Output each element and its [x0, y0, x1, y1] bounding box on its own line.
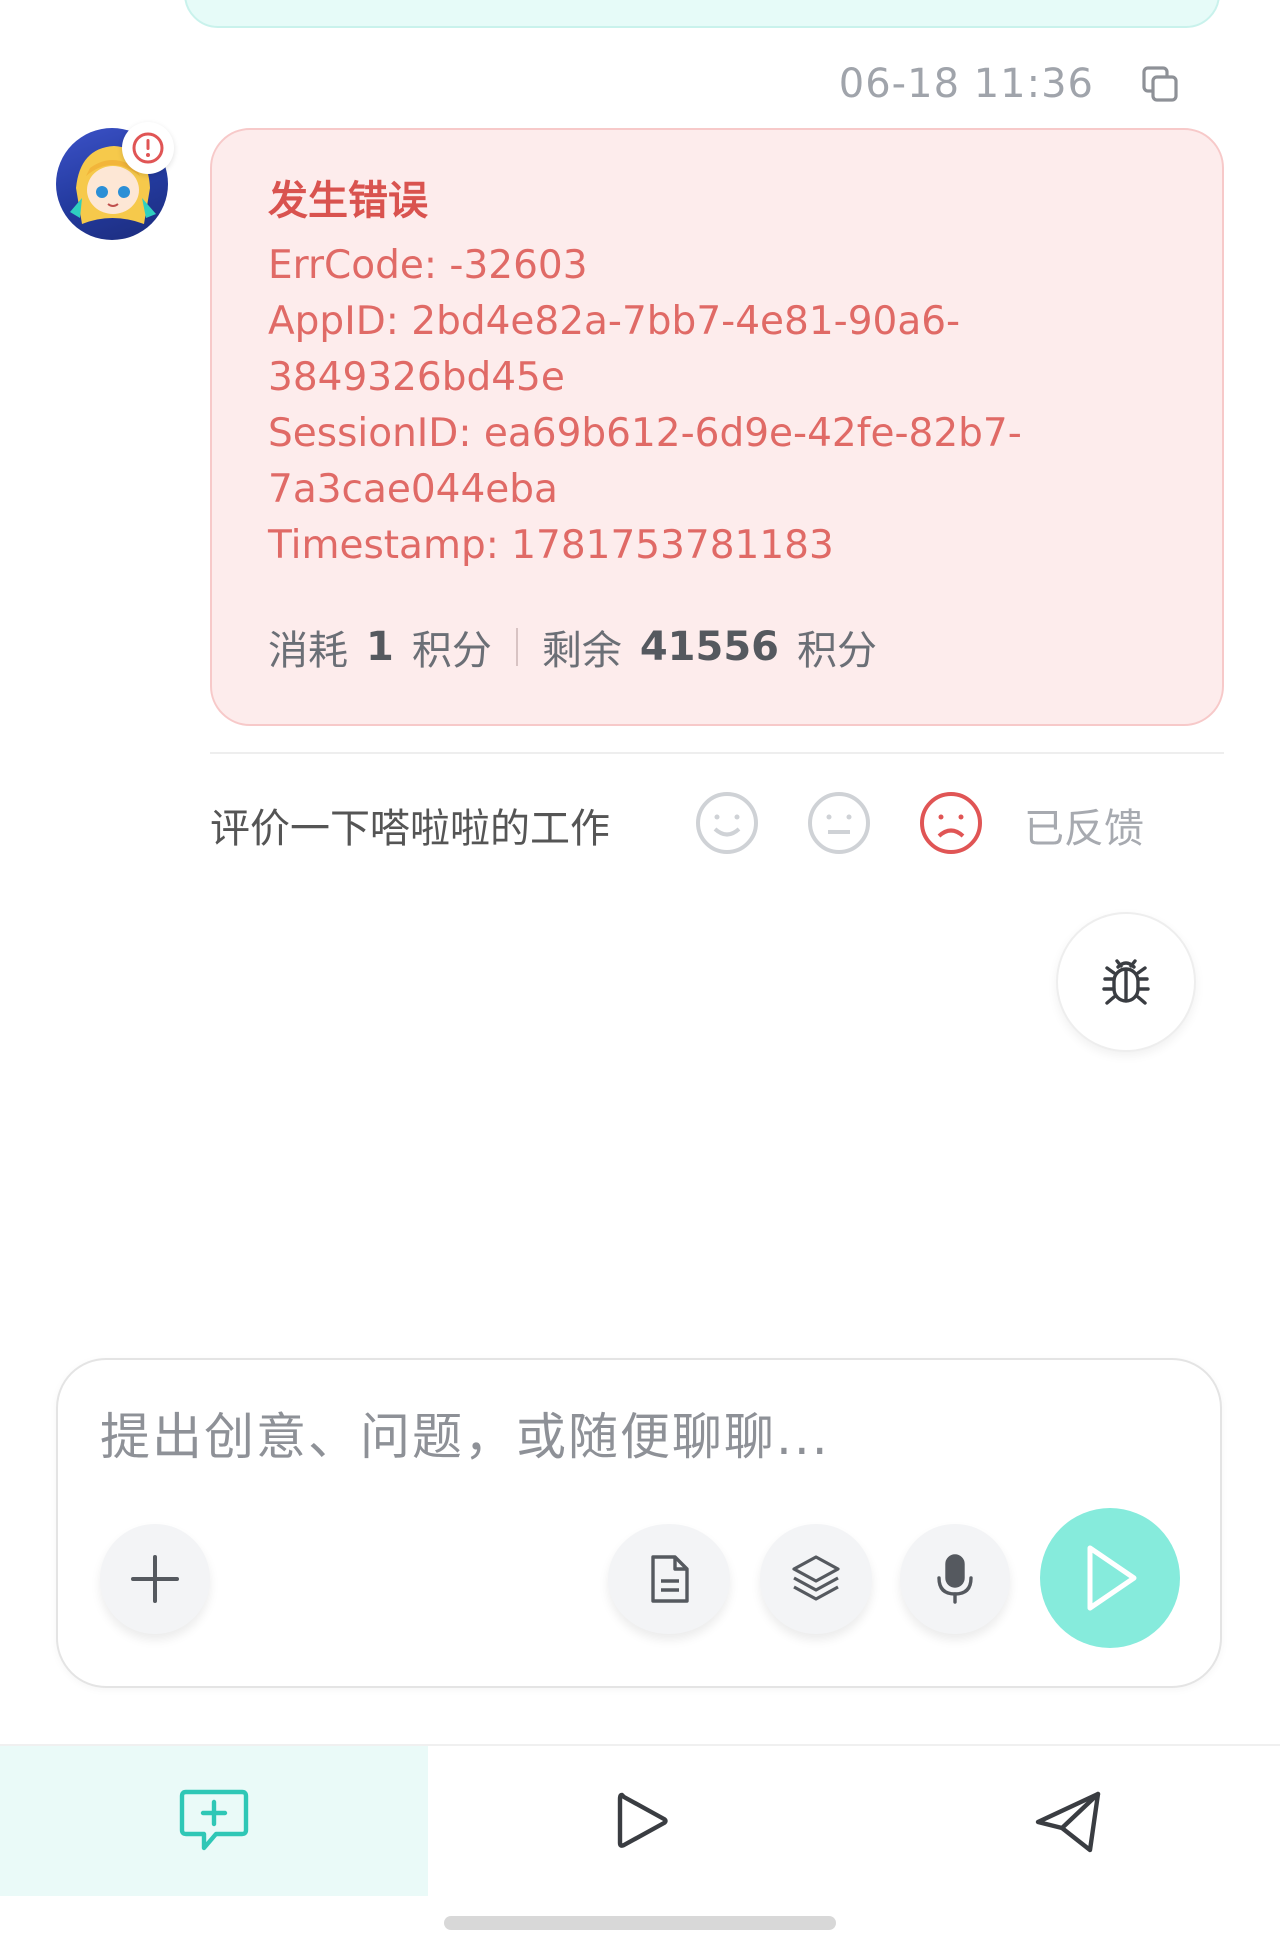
paper-plane-icon: [1035, 1791, 1101, 1853]
play-icon: [617, 1792, 668, 1848]
credits-info: 消耗 1 积分 剩余 41556 积分: [268, 618, 877, 676]
credits-consumed-unit: 积分: [411, 628, 492, 674]
credits-remaining-label: 剩余: [541, 628, 622, 674]
message-meta: 06-18 11:36: [839, 58, 1184, 110]
error-line: 7a3cae044eba: [268, 467, 558, 512]
sad-face-icon[interactable]: [918, 790, 984, 856]
bug-report-button[interactable]: [1056, 912, 1196, 1052]
feedback-status: 已反馈: [1024, 806, 1144, 852]
nav-chat-tab[interactable]: [0, 1746, 428, 1896]
error-details: ErrCode: -32603 AppID: 2bd4e82a-7bb7-4e8…: [268, 238, 1168, 574]
home-indicator: [444, 1916, 836, 1930]
message-timestamp: 06-18 11:36: [838, 61, 1094, 107]
error-line: ErrCode: -32603: [268, 243, 588, 288]
document-button[interactable]: [608, 1524, 730, 1634]
credits-remaining-value: 41556: [639, 624, 780, 670]
rating-label: 评价一下嗒啦啦的工作: [210, 806, 610, 852]
credits-consumed-label: 消耗: [268, 628, 348, 674]
nav-play-tab[interactable]: [428, 1746, 856, 1896]
neutral-face-icon[interactable]: [806, 790, 872, 856]
error-line: SessionID: ea69b612-6d9e-42fe-82b7-: [268, 411, 1022, 456]
microphone-button[interactable]: [900, 1524, 1010, 1634]
message-input[interactable]: [100, 1408, 1100, 1466]
credits-remaining-unit: 积分: [797, 628, 878, 674]
chat-add-icon: [179, 1789, 249, 1851]
error-alert-icon: [122, 122, 174, 174]
copy-icon[interactable]: [1136, 60, 1184, 108]
layers-button[interactable]: [760, 1524, 872, 1634]
send-button[interactable]: [1040, 1508, 1180, 1648]
credits-separator: [515, 628, 518, 666]
add-attachment-button[interactable]: [100, 1524, 210, 1634]
error-line: 3849326bd45e: [268, 355, 565, 400]
credits-consumed-value: 1: [366, 624, 394, 670]
previous-message-bubble: [184, 0, 1220, 28]
nav-send-tab[interactable]: [856, 1746, 1280, 1896]
error-title: 发生错误: [268, 178, 428, 224]
divider: [210, 752, 1224, 754]
happy-face-icon[interactable]: [694, 790, 760, 856]
error-line: Timestamp: 1781753781183: [268, 523, 834, 568]
error-line: AppID: 2bd4e82a-7bb7-4e81-90a6-: [268, 299, 961, 344]
